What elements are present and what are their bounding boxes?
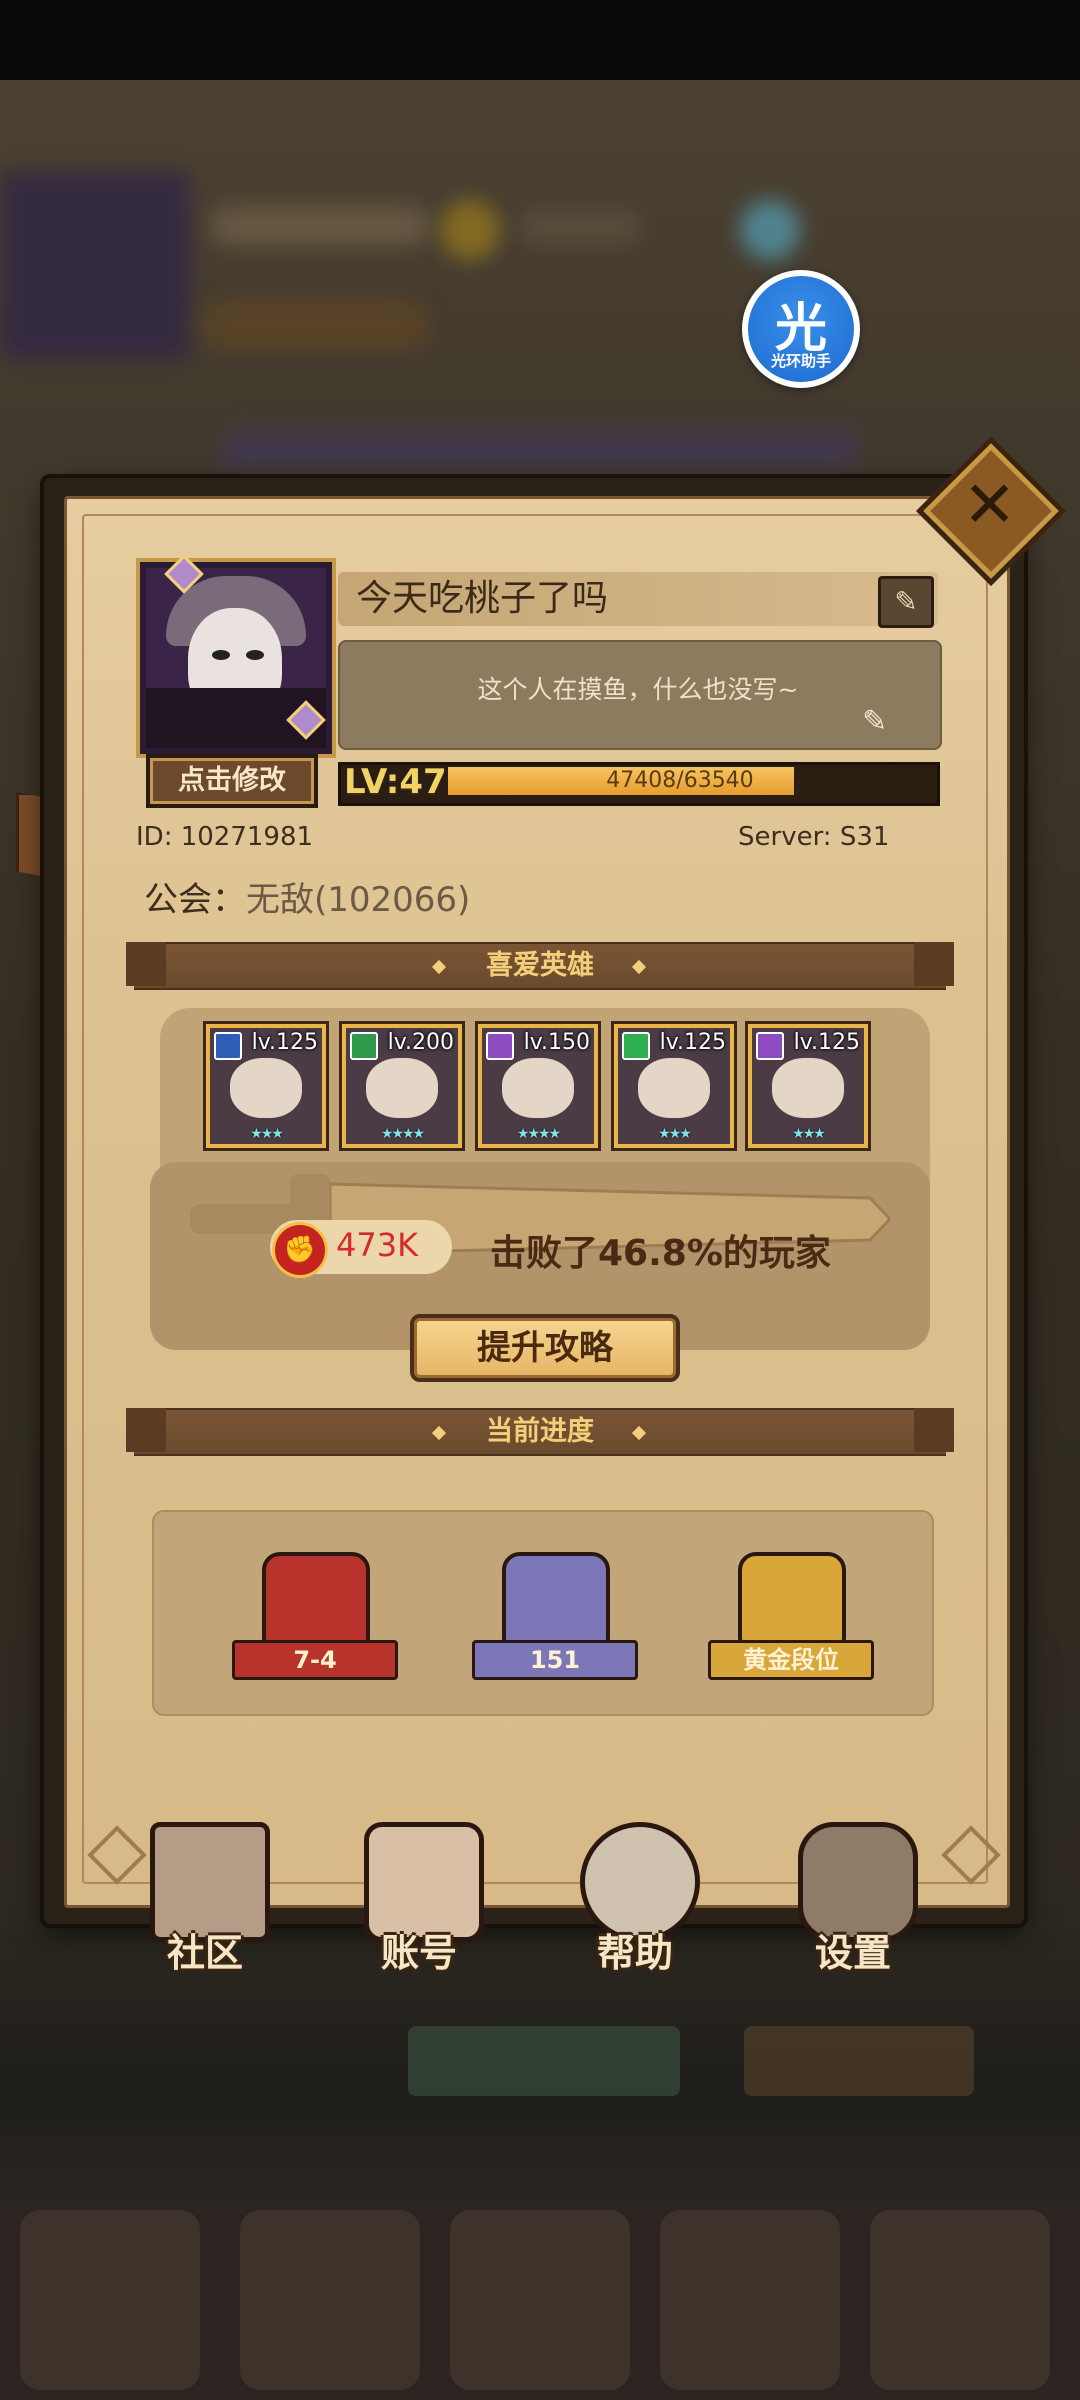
hero-class-icon (756, 1032, 784, 1060)
progress-label: 7-4 (232, 1640, 398, 1680)
favorite-heroes-title: 喜爱英雄 (486, 950, 594, 981)
hero-level: lv.125 (659, 1030, 726, 1055)
hero-class-icon (214, 1032, 242, 1060)
background-nav-slot (240, 2210, 420, 2390)
hero-stars: ★★★ (250, 1126, 284, 1142)
hero-portrait (366, 1058, 438, 1118)
power-value: 473K (336, 1226, 419, 1264)
edit-avatar-button[interactable]: 点击修改 (146, 754, 318, 808)
help-button[interactable]: 帮助 (560, 1822, 710, 1975)
hero-stars: ★★★★ (380, 1126, 425, 1142)
guild-line: 公会：无敌(102066) (144, 872, 470, 921)
hero-portrait (638, 1058, 710, 1118)
defeat-percent-text: 击败了46.8%的玩家 (490, 1233, 831, 1274)
background-brown-button (744, 2026, 974, 2096)
favorite-hero-card[interactable]: lv.150 ★★★★ (478, 1024, 598, 1148)
hero-class-icon (350, 1032, 378, 1060)
bottom-button-label: 帮助 (596, 1931, 673, 1975)
tower-floor-emblem[interactable]: 151 (452, 1540, 652, 1680)
account-button[interactable]: 账号 (344, 1822, 494, 1975)
player-name: 今天吃桃子了吗 (356, 578, 609, 619)
helper-logo-icon: 光 光环助手 (748, 276, 854, 382)
bottom-button-label: 社区 (166, 1931, 243, 1975)
hero-stars: ★★★ (658, 1126, 692, 1142)
favorite-heroes-header: 喜爱英雄 (126, 942, 954, 990)
hero-stars: ★★★★ (516, 1126, 561, 1142)
arena-rank-emblem[interactable]: 黄金段位 (688, 1540, 888, 1680)
background-nav-slot (870, 2210, 1050, 2390)
progress-label: 黄金段位 (708, 1640, 874, 1680)
favorite-hero-card[interactable]: lv.125 ★★★ (206, 1024, 326, 1148)
current-progress-header: 当前进度 (126, 1408, 954, 1456)
background-green-button (408, 2026, 680, 2096)
hero-class-icon (622, 1032, 650, 1060)
signature-text: 这个人在摸鱼，什么也没写~ (477, 675, 799, 704)
edit-name-button[interactable]: ✎ (878, 576, 934, 628)
hero-stars: ★★★ (792, 1126, 826, 1142)
bottom-button-label: 设置 (814, 1931, 891, 1975)
hero-level: lv.150 (523, 1030, 590, 1055)
hero-level: lv.125 (793, 1030, 860, 1055)
background-nav-slot (20, 2210, 200, 2390)
favorite-hero-card[interactable]: lv.125 ★★★ (614, 1024, 734, 1148)
close-icon: ✕ (962, 468, 1017, 543)
current-progress-title: 当前进度 (486, 1416, 594, 1447)
helper-label: 光环助手 (770, 352, 831, 370)
exp-text: 47408/63540 (606, 768, 754, 793)
favorite-hero-card[interactable]: lv.200 ★★★★ (342, 1024, 462, 1148)
background-nav-slot (660, 2210, 840, 2390)
avatar-eye (246, 650, 264, 660)
player-id: ID: 10271981 (136, 822, 314, 852)
community-button[interactable]: 社区 (130, 1822, 280, 1975)
campaign-stage-emblem[interactable]: 7-4 (212, 1540, 412, 1680)
hero-portrait (502, 1058, 574, 1118)
hero-class-icon (486, 1032, 514, 1060)
hero-portrait (772, 1058, 844, 1118)
settings-button[interactable]: 设置 (778, 1822, 928, 1975)
guild-value[interactable]: 无敌(102066) (246, 880, 470, 920)
hero-portrait (230, 1058, 302, 1118)
server-label: Server: S31 (738, 822, 890, 852)
favorite-hero-card[interactable]: lv.125 ★★★ (748, 1024, 868, 1148)
pencil-icon: ✎ (894, 585, 918, 618)
improve-strategy-button[interactable]: 提升攻略 (410, 1314, 680, 1382)
avatar-eye (212, 650, 230, 660)
hero-level: lv.200 (387, 1030, 454, 1055)
fist-power-icon: ✊ (272, 1222, 328, 1278)
bottom-button-label: 账号 (380, 1931, 457, 1975)
background-nav-slot (450, 2210, 630, 2390)
guild-prefix: 公会： (144, 880, 246, 920)
progress-label: 151 (472, 1640, 638, 1680)
edit-signature-pencil-icon[interactable]: ✎ (862, 704, 887, 739)
hero-level: lv.125 (251, 1030, 318, 1055)
level-label: LV:47 (344, 762, 447, 802)
guanghuan-helper-badge[interactable]: 光 光环助手 (742, 270, 860, 388)
